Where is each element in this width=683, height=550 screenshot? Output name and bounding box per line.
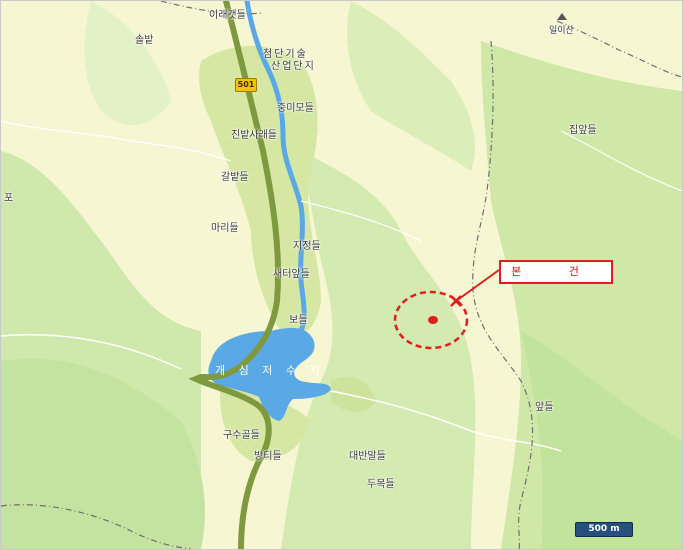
site-spot [428, 316, 438, 324]
place-label: 이래갯들 [209, 10, 246, 21]
place-label: 중미모들 [277, 103, 314, 114]
place-label: 일이산 [549, 26, 574, 36]
place-label: 지정들 [293, 241, 321, 252]
place-label: 보들 [289, 315, 308, 326]
place-label: 집앞들 [569, 125, 597, 136]
place-label: 앞들 [535, 402, 554, 413]
place-label: 구수골들 [223, 430, 260, 441]
place-label: 진밭사래들 [231, 130, 277, 141]
map-frame[interactable]: 이래갯들 솔밭 첨단기술 산업단지 일이산 501 중미모들 진밭사래들 갈밭들… [0, 0, 683, 550]
place-label: 방티들 [254, 451, 282, 462]
place-label: 대반말들 [349, 451, 386, 462]
route-badge: 501 [235, 78, 257, 92]
scale-bar[interactable]: 500 m [575, 522, 633, 537]
lake-label: 개 심 저 수 지 [215, 364, 325, 377]
place-label: 포 [4, 193, 14, 204]
place-label: 새터앞들 [273, 269, 310, 280]
mountain-peak-icon [557, 13, 567, 20]
place-label: 두목들 [367, 479, 395, 490]
place-label: 산업단지 [271, 61, 316, 72]
place-label: 마리들 [211, 223, 239, 234]
place-label: 솔밭 [135, 35, 154, 46]
site-label-box: 본 건 [499, 260, 613, 284]
place-label: 갈밭들 [221, 172, 249, 183]
